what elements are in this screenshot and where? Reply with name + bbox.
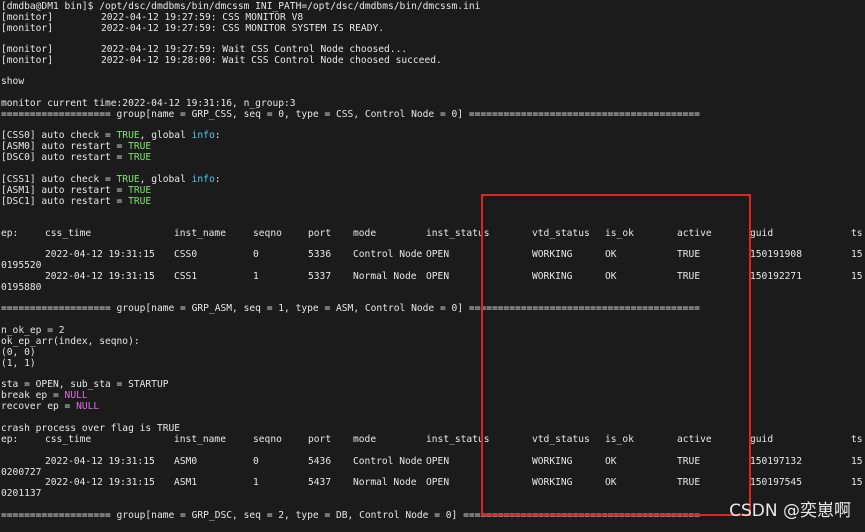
col-inst-name: inst_name: [174, 434, 226, 445]
crash-flag-line: crash process over flag is TRUE: [1, 423, 181, 434]
col-port: port: [308, 228, 332, 239]
col-css-time: css_time: [45, 434, 92, 445]
col-port: port: [308, 434, 332, 445]
col-seqno: seqno: [253, 228, 282, 239]
col-guid: guid: [750, 228, 774, 239]
ok-ep-pair-0: (0, 0): [1, 347, 36, 358]
highlight-box: [481, 194, 751, 516]
col-inst-status: inst_status: [426, 434, 490, 445]
col-inst-name: inst_name: [174, 228, 226, 239]
command-show: show: [1, 76, 25, 87]
group-css-header: =================== group[name = GRP_CSS…: [1, 109, 700, 120]
asm0-auto-restart-line: [ASM0] auto restart = TRUE: [1, 141, 152, 152]
recover-ep-line: recover ep = NULL: [1, 401, 100, 412]
shell-prompt-line: [dmdba@DM1 bin]$ /opt/dsc/dmdbms/bin/dmc…: [1, 1, 481, 12]
css0-auto-check-line: [CSS0] auto check = TRUE, global info:: [1, 130, 221, 141]
sta-line: sta = OPEN, sub_sta = STARTUP: [1, 379, 169, 390]
dsc1-auto-restart-line: [DSC1] auto restart = TRUE: [1, 196, 152, 207]
break-ep-line: break ep = NULL: [1, 390, 88, 401]
col-inst-status: inst_status: [426, 228, 490, 239]
n-ok-ep-line: n_ok_ep = 2: [1, 325, 65, 336]
ok-ep-pair-1: (1, 1): [1, 358, 36, 369]
col-guid: guid: [750, 434, 774, 445]
col-ep: ep:: [1, 228, 19, 239]
col-ep: ep:: [1, 434, 19, 445]
ok-ep-arr-line: ok_ep_arr(index, seqno):: [1, 336, 140, 347]
terminal-window[interactable]: [dmdba@DM1 bin]$ /opt/dsc/dmdbms/bin/dmc…: [0, 0, 865, 532]
col-mode: mode: [353, 228, 377, 239]
css1-auto-check-line: [CSS1] auto check = TRUE, global info:: [1, 174, 221, 185]
col-seqno: seqno: [253, 434, 282, 445]
asm1-auto-restart-line: [ASM1] auto restart = TRUE: [1, 185, 152, 196]
col-css-time: css_time: [45, 228, 92, 239]
current-time-line: monitor current time:2022-04-12 19:31:16…: [1, 98, 296, 109]
dsc0-auto-restart-line: [DSC0] auto restart = TRUE: [1, 152, 152, 163]
col-ts: ts: [851, 228, 863, 239]
col-mode: mode: [353, 434, 377, 445]
watermark: CSDN @奕崽啊: [729, 501, 851, 521]
col-ts: ts: [851, 434, 863, 445]
